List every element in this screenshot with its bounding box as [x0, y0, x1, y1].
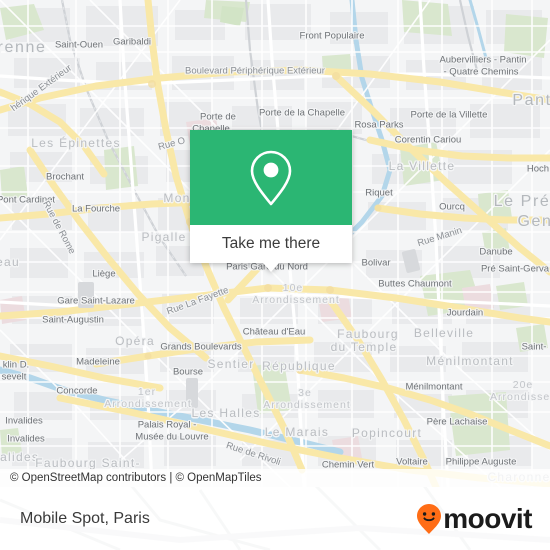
- take-me-there-button[interactable]: Take me there: [190, 225, 352, 263]
- moovit-logo[interactable]: moovit: [416, 503, 532, 535]
- location-popup[interactable]: Take me there: [190, 130, 352, 272]
- attribution-text: © OpenStreetMap contributors | © OpenMap…: [10, 472, 262, 484]
- map-attribution[interactable]: © OpenStreetMap contributors | © OpenMap…: [0, 469, 550, 487]
- map-pin-icon: [250, 150, 292, 205]
- map-page: renne Saint-Ouen Garibaldi Front Populaire A…: [0, 0, 550, 550]
- page-title: Mobile Spot, Paris: [20, 509, 150, 527]
- moovit-pin-icon: [417, 503, 442, 534]
- take-me-there-label: Take me there: [221, 235, 321, 252]
- footer-bar: Mobile Spot, Paris moovit: [0, 487, 550, 550]
- map-viewport[interactable]: renne Saint-Ouen Garibaldi Front Populaire A…: [0, 0, 550, 487]
- moovit-wordmark: moovit: [443, 502, 532, 534]
- popup-header: [190, 130, 352, 225]
- popup-tail: [263, 263, 279, 272]
